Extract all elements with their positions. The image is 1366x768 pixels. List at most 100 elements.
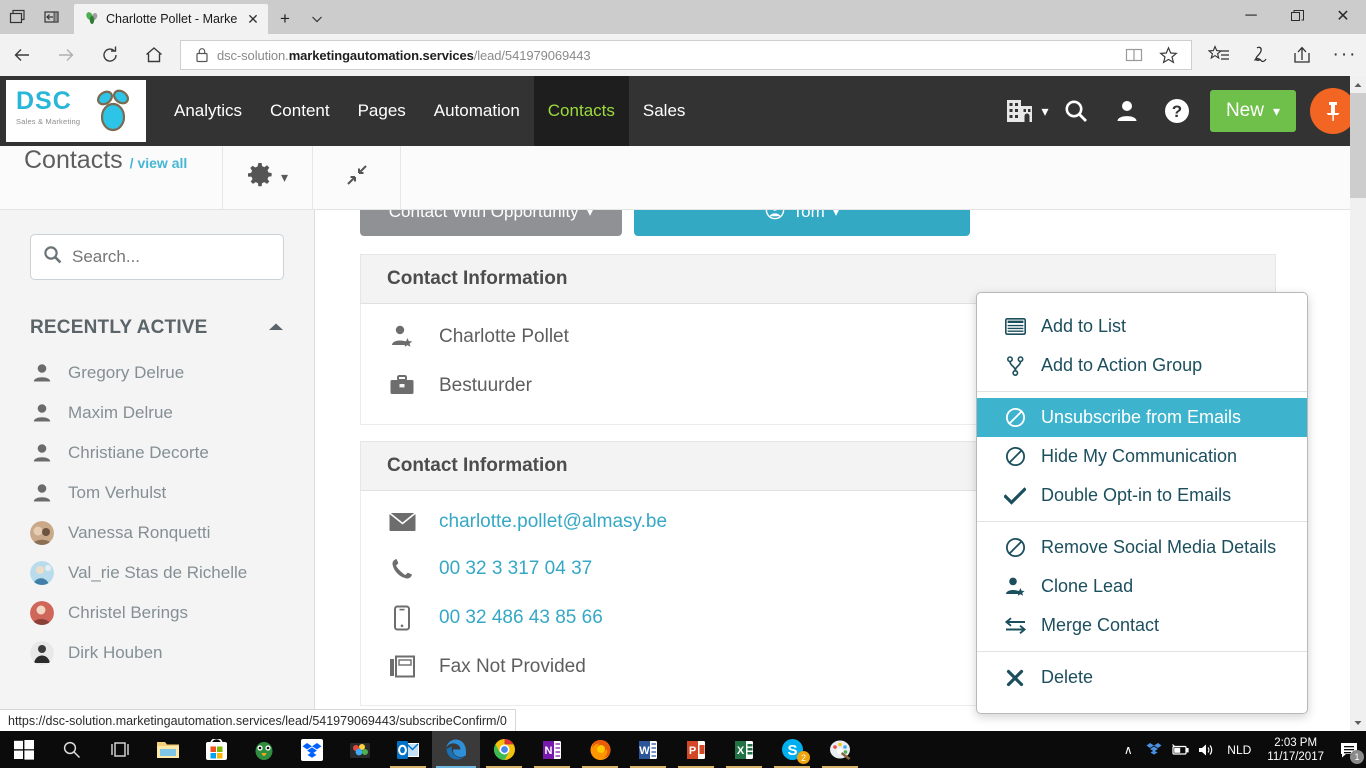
contact-name: Gregory Delrue (68, 363, 184, 383)
windows-taskbar: N W P X S 2 ∧ (0, 731, 1366, 768)
scroll-down-arrow-icon[interactable] (1350, 714, 1366, 731)
edge-icon[interactable] (432, 731, 480, 768)
new-button[interactable]: New ▾ (1210, 90, 1296, 132)
nav-item-contacts[interactable]: Contacts (534, 76, 629, 146)
menu-item-hide-my-communication[interactable]: Hide My Communication (977, 437, 1307, 476)
address-bar[interactable]: dsc-solution.marketingautomation.service… (180, 40, 1192, 70)
menu-item-delete[interactable]: Delete (977, 658, 1307, 697)
menu-item-merge-contact[interactable]: Merge Contact (977, 606, 1307, 645)
action-center-icon[interactable]: 1 (1332, 731, 1366, 768)
powerpoint-icon[interactable]: P (672, 731, 720, 768)
clone-lead-icon (1003, 576, 1027, 598)
help-icon[interactable]: ? (1154, 88, 1200, 134)
close-window-button[interactable]: ✕ (1320, 0, 1366, 32)
nav-item-pages[interactable]: Pages (344, 76, 420, 146)
microsoft-store-icon[interactable] (192, 731, 240, 768)
paint-icon[interactable] (816, 731, 864, 768)
nav-item-automation[interactable]: Automation (420, 76, 534, 146)
nav-item-sales[interactable]: Sales (629, 76, 700, 146)
list-item[interactable]: Christiane Decorte (0, 433, 314, 473)
recently-active-header[interactable]: RECENTLY ACTIVE (30, 317, 284, 339)
search-box[interactable] (30, 234, 284, 280)
list-item[interactable]: Gregory Delrue (0, 353, 314, 393)
tab-dropdown-icon[interactable] (302, 4, 332, 34)
photos-icon[interactable] (336, 731, 384, 768)
view-all-link[interactable]: / view all (130, 155, 188, 171)
clock[interactable]: 2:03 PM 11/17/2017 (1259, 736, 1332, 764)
chrome-icon[interactable] (480, 731, 528, 768)
dropbox-icon[interactable] (288, 731, 336, 768)
reading-view-icon[interactable] (1117, 40, 1151, 70)
volume-icon[interactable] (1193, 731, 1219, 768)
menu-group-lists: Add to List Add to Action Group (977, 301, 1307, 391)
window-controls: ─ ✕ (1228, 0, 1366, 34)
hub-icon[interactable] (1198, 34, 1240, 76)
browser-tab[interactable]: Charlotte Pollet - Marke ✕ (74, 4, 268, 34)
search-icon[interactable] (1054, 88, 1100, 134)
owner-dropdown[interactable]: Tom ▾ (634, 210, 970, 236)
favorite-star-icon[interactable] (1151, 40, 1185, 70)
menu-item-label: Unsubscribe from Emails (1041, 407, 1241, 428)
web-note-pen-icon[interactable] (1240, 34, 1282, 76)
page-scrollbar-thumb[interactable] (1350, 93, 1366, 198)
file-explorer-icon[interactable] (144, 731, 192, 768)
language-indicator[interactable]: NLD (1219, 743, 1259, 757)
url-path: /lead/541979069443 (474, 48, 591, 63)
excel-icon[interactable]: X (720, 731, 768, 768)
user-icon[interactable] (1104, 88, 1150, 134)
menu-item-unsubscribe-from-emails[interactable]: Unsubscribe from Emails (977, 398, 1307, 437)
home-icon[interactable] (132, 34, 176, 76)
new-tab-button[interactable]: + (268, 4, 302, 34)
onenote-icon[interactable]: N (528, 731, 576, 768)
more-options-icon[interactable]: ··· (1324, 34, 1366, 76)
firefox-icon[interactable] (576, 731, 624, 768)
menu-item-remove-social-media-details[interactable]: Remove Social Media Details (977, 528, 1307, 567)
search-icon[interactable] (48, 731, 96, 768)
forward-arrow-icon[interactable] (44, 34, 88, 76)
settings-gear-button[interactable]: ▾ (222, 146, 312, 210)
task-view-icon[interactable] (96, 731, 144, 768)
minimize-button[interactable]: ─ (1228, 0, 1274, 32)
email-address[interactable]: charlotte.pollet@almasy.be (439, 511, 667, 533)
menu-item-add-to-list[interactable]: Add to List (977, 307, 1307, 346)
list-item[interactable]: Vanessa Ronquetti (0, 513, 314, 553)
tab-close-icon[interactable]: ✕ (244, 10, 262, 28)
list-item[interactable]: Christel Berings (0, 593, 314, 633)
parrot-app-icon[interactable] (240, 731, 288, 768)
mobile-number[interactable]: 00 32 486 43 85 66 (439, 607, 603, 629)
list-item[interactable]: Dirk Houben (0, 633, 314, 673)
phone-number[interactable]: 00 32 3 317 04 37 (439, 558, 592, 580)
tray-chevron-up-icon[interactable]: ∧ (1115, 731, 1141, 768)
outlook-icon[interactable] (384, 731, 432, 768)
logo-name: DSC (16, 89, 80, 114)
chevron-down-icon: ▾ (587, 210, 594, 220)
nav-item-content[interactable]: Content (256, 76, 344, 146)
search-input[interactable] (72, 247, 271, 267)
collapse-button[interactable] (312, 146, 400, 210)
share-icon[interactable] (1282, 34, 1324, 76)
window-list-icon[interactable] (0, 0, 34, 34)
skype-icon[interactable]: S 2 (768, 731, 816, 768)
set-aside-tabs-icon[interactable] (34, 0, 68, 34)
contact-type-dropdown[interactable]: Contact With Opportunity ▾ (360, 210, 622, 236)
nav-item-analytics[interactable]: Analytics (160, 76, 256, 146)
battery-icon[interactable] (1167, 731, 1193, 768)
back-arrow-icon[interactable] (0, 34, 44, 76)
list-item[interactable]: Val_rie Stas de Richelle (0, 553, 314, 593)
page-scrollbar[interactable] (1350, 76, 1366, 731)
menu-item-clone-lead[interactable]: Clone Lead (977, 567, 1307, 606)
list-item[interactable]: Tom Verhulst (0, 473, 314, 513)
building-icon[interactable]: ▾ (1004, 88, 1050, 134)
chevron-up-icon[interactable] (268, 319, 284, 337)
word-icon[interactable]: W (624, 731, 672, 768)
maximize-restore-button[interactable] (1274, 0, 1320, 32)
dropbox-tray-icon[interactable] (1141, 731, 1167, 768)
windows-start-icon[interactable] (0, 731, 48, 768)
menu-item-add-to-action-group[interactable]: Add to Action Group (977, 346, 1307, 385)
list-item[interactable]: Maxim Delrue (0, 393, 314, 433)
refresh-arrow-icon[interactable] (88, 34, 132, 76)
dsc-logo[interactable]: DSC Sales & Marketing (6, 80, 146, 142)
menu-item-double-opt-in-to-emails[interactable]: Double Opt-in to Emails (977, 476, 1307, 515)
scroll-up-arrow-icon[interactable] (1350, 76, 1366, 93)
gear-icon (247, 162, 273, 193)
